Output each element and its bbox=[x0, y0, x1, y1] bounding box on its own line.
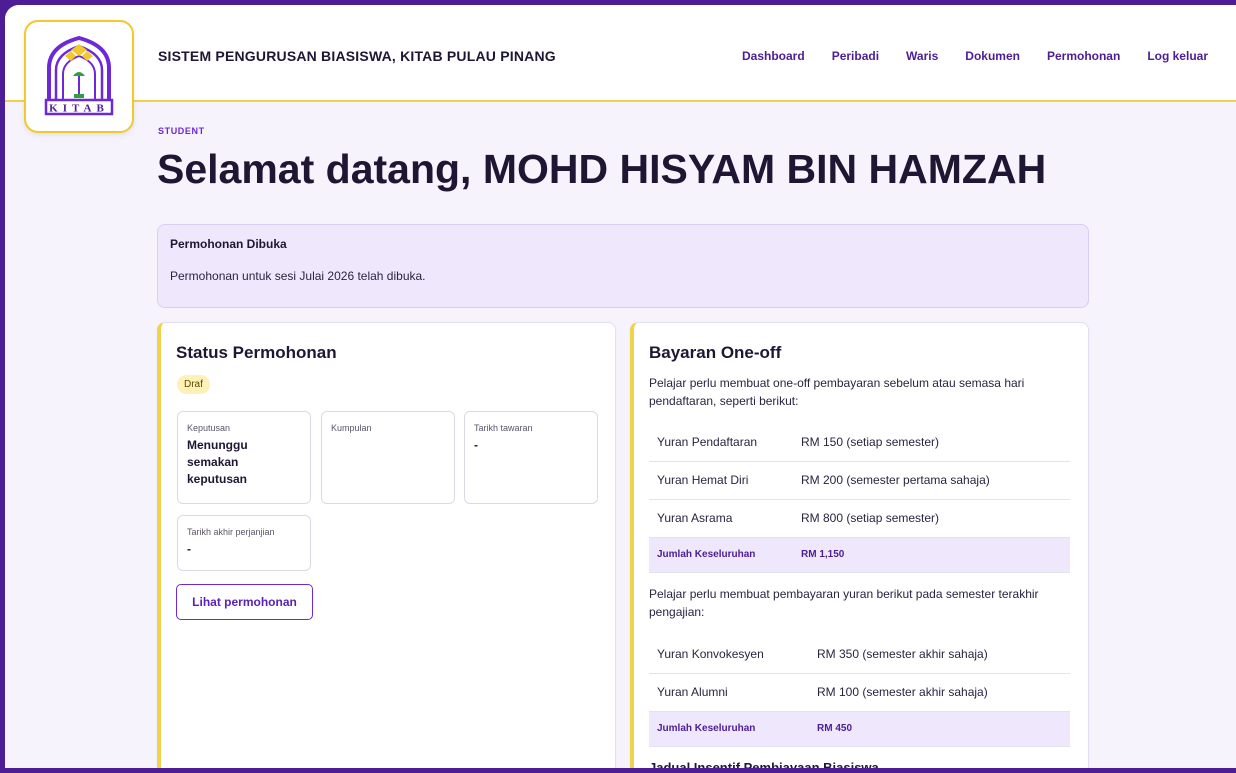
status-badge: Draf bbox=[177, 375, 210, 394]
tile-label: Kumpulan bbox=[331, 423, 372, 433]
tile-tarikh-akhir-perjanjian: Tarikh akhir perjanjian - bbox=[177, 515, 311, 571]
tile-keputusan: Keputusan Menunggu semakan keputusan bbox=[177, 411, 311, 504]
kitab-logo[interactable]: KITAB bbox=[24, 20, 134, 133]
status-card: Status Permohonan Draf Keputusan Menungg… bbox=[157, 322, 616, 768]
tile-value: - bbox=[474, 438, 478, 452]
fee-item: Yuran Pendaftaran bbox=[649, 423, 801, 462]
table-row: Yuran Alumni RM 100 (semester akhir saha… bbox=[649, 673, 1070, 712]
tile-label: Tarikh akhir perjanjian bbox=[187, 527, 275, 537]
tile-tarikh-tawaran: Tarikh tawaran - bbox=[464, 411, 598, 504]
notice-body: Permohonan untuk sesi Julai 2026 telah d… bbox=[170, 269, 426, 283]
nav-dashboard[interactable]: Dashboard bbox=[742, 49, 805, 63]
table-total-row: Jumlah Keseluruhan RM 450 bbox=[649, 711, 1070, 747]
payment-intro-2: Pelajar perlu membuat pembayaran yuran b… bbox=[649, 587, 1039, 619]
total-label: Jumlah Keseluruhan bbox=[649, 537, 801, 573]
nav-waris[interactable]: Waris bbox=[906, 49, 938, 63]
table-total-row: Jumlah Keseluruhan RM 1,150 bbox=[649, 537, 1070, 573]
view-application-button[interactable]: Lihat permohonan bbox=[176, 584, 313, 620]
mosque-arch-logo-icon: KITAB bbox=[44, 35, 114, 116]
fee-item: Yuran Asrama bbox=[649, 499, 801, 538]
fee-item: Yuran Konvokesyen bbox=[649, 635, 817, 674]
fee-amount: RM 800 (setiap semester) bbox=[801, 499, 1070, 538]
page-title: Selamat datang, MOHD HISYAM BIN HAMZAH bbox=[157, 146, 1047, 192]
status-card-title: Status Permohonan bbox=[176, 343, 337, 362]
table-row: Yuran Pendaftaran RM 150 (setiap semeste… bbox=[649, 423, 1070, 462]
nav-permohonan[interactable]: Permohonan bbox=[1047, 49, 1120, 63]
notice-title: Permohonan Dibuka bbox=[170, 237, 287, 251]
app-frame: SISTEM PENGURUSAN BIASISWA, KITAB PULAU … bbox=[5, 5, 1236, 768]
app-title: SISTEM PENGURUSAN BIASISWA, KITAB PULAU … bbox=[158, 48, 556, 64]
notice-banner: Permohonan Dibuka Permohonan untuk sesi … bbox=[157, 224, 1089, 308]
tile-label: Tarikh tawaran bbox=[474, 423, 533, 433]
tile-kumpulan: Kumpulan bbox=[321, 411, 455, 504]
table-row: Yuran Hemat Diri RM 200 (semester pertam… bbox=[649, 461, 1070, 500]
payment-card: Bayaran One-off Pelajar perlu membuat on… bbox=[630, 322, 1089, 768]
tile-value: Menunggu semakan keputusan bbox=[187, 438, 248, 486]
fee-amount: RM 200 (semester pertama sahaja) bbox=[801, 461, 1070, 500]
fee-amount: RM 150 (setiap semester) bbox=[801, 423, 1070, 462]
payment-card-title: Bayaran One-off bbox=[649, 343, 782, 362]
fee-amount: RM 350 (semester akhir sahaja) bbox=[817, 635, 1070, 674]
nav-dokumen[interactable]: Dokumen bbox=[965, 49, 1020, 63]
one-off-fee-table: Yuran Pendaftaran RM 150 (setiap semeste… bbox=[649, 423, 1070, 573]
payment-intro-1: Pelajar perlu membuat one-off pembayaran… bbox=[649, 376, 1025, 408]
top-bar: SISTEM PENGURUSAN BIASISWA, KITAB PULAU … bbox=[5, 5, 1236, 102]
table-row: Yuran Asrama RM 800 (setiap semester) bbox=[649, 499, 1070, 538]
table-row: Yuran Konvokesyen RM 350 (semester akhir… bbox=[649, 635, 1070, 674]
fee-amount: RM 100 (semester akhir sahaja) bbox=[817, 673, 1070, 712]
tile-value: - bbox=[187, 542, 191, 556]
fee-item: Yuran Alumni bbox=[649, 673, 817, 712]
incentive-section-heading: Jadual Insentif Pembiayaan Biasiswa bbox=[649, 760, 879, 768]
nav-log-keluar[interactable]: Log keluar bbox=[1147, 49, 1208, 63]
total-label: Jumlah Keseluruhan bbox=[649, 711, 817, 747]
user-role: STUDENT bbox=[158, 126, 205, 136]
final-semester-fee-table: Yuran Konvokesyen RM 350 (semester akhir… bbox=[649, 635, 1070, 747]
total-amount: RM 1,150 bbox=[801, 537, 1070, 573]
main-nav: Dashboard Peribadi Waris Dokumen Permoho… bbox=[742, 49, 1208, 63]
tile-label: Keputusan bbox=[187, 423, 231, 433]
svg-text:KITAB: KITAB bbox=[49, 103, 109, 115]
nav-peribadi[interactable]: Peribadi bbox=[832, 49, 879, 63]
fee-item: Yuran Hemat Diri bbox=[649, 461, 801, 500]
total-amount: RM 450 bbox=[817, 711, 1070, 747]
